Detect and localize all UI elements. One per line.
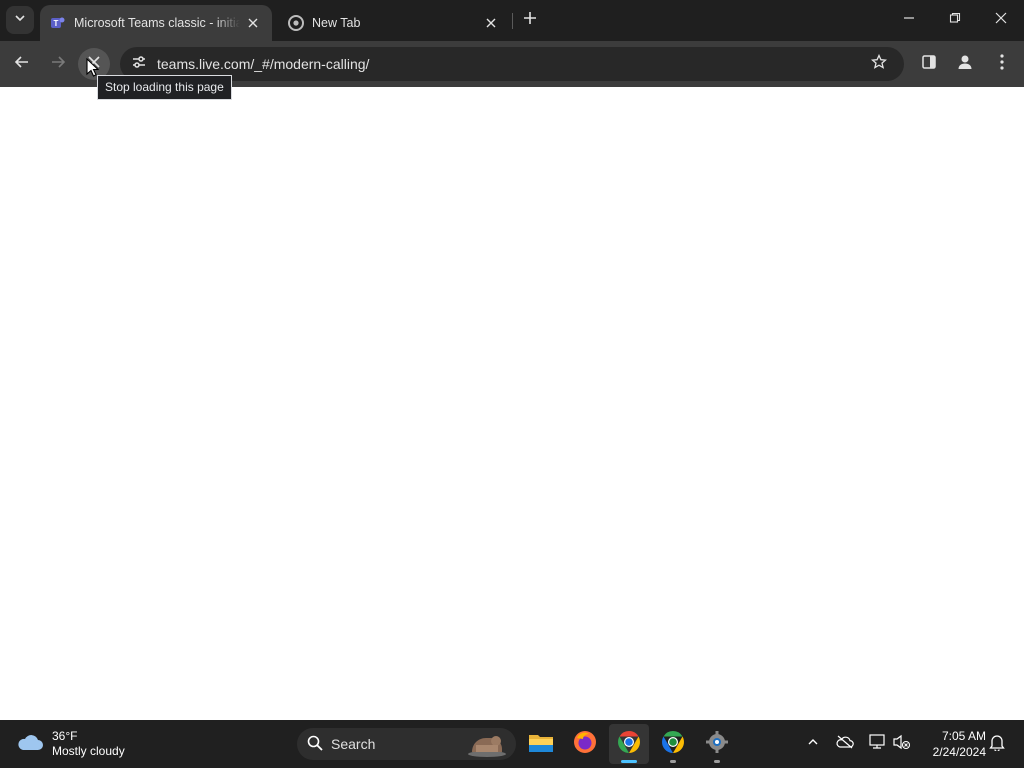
star-icon — [870, 53, 888, 75]
chrome-icon — [617, 730, 641, 759]
close-icon[interactable] — [482, 14, 500, 32]
cloud-icon — [16, 732, 44, 757]
menu-button[interactable] — [986, 48, 1018, 80]
tab-strip: T Microsoft Teams classic - initializing… — [0, 0, 1024, 41]
side-panel-icon — [921, 54, 937, 75]
settings-button[interactable] — [697, 724, 737, 764]
back-button[interactable] — [6, 48, 38, 80]
notifications-button[interactable] — [985, 732, 1009, 756]
mouse-cursor-icon — [86, 57, 100, 83]
chevron-down-icon — [14, 11, 26, 29]
chrome-icon — [288, 15, 304, 31]
arrow-right-icon — [50, 54, 66, 75]
restore-icon — [949, 11, 961, 29]
chrome-profile-icon — [661, 730, 685, 759]
page-content — [0, 87, 1024, 720]
search-icon — [307, 735, 323, 754]
running-indicator — [714, 760, 720, 763]
close-icon[interactable] — [244, 14, 262, 32]
search-highlight-icon — [466, 730, 508, 761]
address-bar[interactable]: teams.live.com/_#/modern-calling/ — [120, 47, 904, 81]
weather-widget[interactable]: 36°F Mostly cloudy — [16, 726, 125, 762]
tab-title: New Tab — [312, 16, 361, 30]
clock[interactable]: 7:05 AM 2/24/2024 — [920, 728, 986, 760]
chevron-up-icon — [807, 735, 819, 753]
cloud-offline-icon — [836, 735, 854, 754]
side-panel-button[interactable] — [913, 48, 945, 80]
active-indicator — [621, 760, 637, 763]
tab-divider — [512, 13, 513, 29]
more-vertical-icon — [1000, 53, 1004, 75]
tab-new-tab[interactable]: New Tab — [278, 5, 510, 41]
site-info-button[interactable] — [126, 51, 152, 77]
firefox-icon — [573, 730, 597, 759]
network-button[interactable] — [865, 732, 889, 756]
profile-button[interactable] — [949, 48, 981, 80]
url-text: teams.live.com/_#/modern-calling/ — [157, 56, 370, 72]
close-icon — [995, 11, 1007, 29]
chrome-button[interactable] — [609, 724, 649, 764]
network-icon — [868, 733, 886, 755]
file-explorer-button[interactable] — [521, 724, 561, 764]
volume-button[interactable] — [890, 732, 914, 756]
taskbar-search[interactable]: Search — [297, 728, 516, 760]
arrow-left-icon — [14, 54, 30, 75]
clock-time: 7:05 AM — [941, 729, 986, 743]
chrome-profile-button[interactable] — [653, 724, 693, 764]
taskbar: 36°F Mostly cloudy Search 7:05 AM 2/24/2… — [0, 720, 1024, 768]
svg-text:T: T — [54, 19, 59, 28]
tooltip: Stop loading this page — [97, 75, 232, 100]
tab-search-button[interactable] — [6, 6, 34, 34]
minimize-button[interactable] — [886, 0, 932, 40]
file-explorer-icon — [528, 731, 554, 758]
running-indicator — [670, 760, 676, 763]
bookmark-button[interactable] — [868, 53, 890, 75]
settings-icon — [705, 730, 729, 759]
restore-button[interactable] — [932, 0, 978, 40]
clock-date: 2/24/2024 — [932, 745, 986, 759]
minimize-icon — [903, 11, 915, 29]
firefox-button[interactable] — [565, 724, 605, 764]
tab-title: Microsoft Teams classic - initializing — [74, 16, 240, 30]
screen: T Microsoft Teams classic - initializing… — [0, 0, 1024, 768]
weather-temp: 36°F — [52, 729, 78, 743]
forward-button[interactable] — [42, 48, 74, 80]
person-icon — [956, 53, 974, 76]
bell-icon — [989, 733, 1005, 756]
plus-icon — [523, 11, 537, 30]
close-window-button[interactable] — [978, 0, 1024, 40]
tab-teams[interactable]: T Microsoft Teams classic - initializing — [40, 5, 272, 41]
teams-icon: T — [50, 15, 66, 31]
search-label: Search — [331, 736, 376, 752]
tune-icon — [131, 54, 147, 75]
volume-muted-icon — [893, 734, 911, 755]
weather-condition: Mostly cloudy — [52, 744, 125, 758]
new-tab-button[interactable] — [518, 8, 542, 32]
onedrive-button[interactable] — [833, 732, 857, 756]
show-hidden-icons-button[interactable] — [801, 732, 825, 756]
